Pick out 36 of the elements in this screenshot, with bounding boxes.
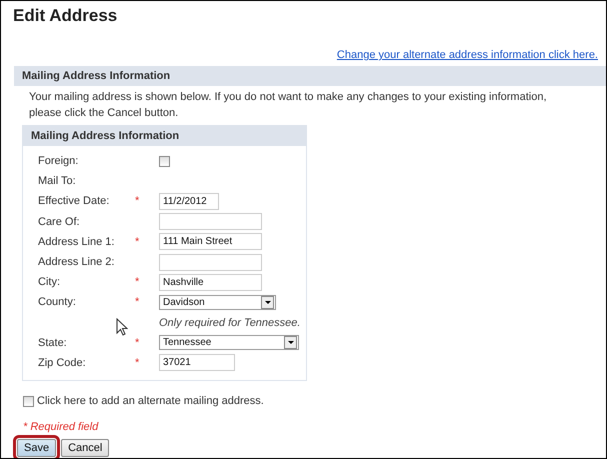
field-label: Address Line 2: [38,256,116,268]
foreign-checkbox[interactable] [159,156,170,167]
required-mark: * [135,195,140,208]
field-label: Care Of: [38,216,81,228]
field-label: Foreign: [38,155,80,168]
dropdown[interactable]: Tennessee [159,335,299,350]
field-label: County: [38,296,77,308]
section-header: Mailing Address Information [14,66,606,86]
dropdown[interactable]: Davidson [159,294,276,310]
required-field-note: * Required field [23,421,100,434]
input-field[interactable]: Nashville [159,274,262,291]
field-label: State: [38,336,68,349]
mouse-pointer-icon [116,318,128,336]
required-mark: * [135,296,140,308]
field-label: Address Line 1: [38,236,116,248]
required-mark: * [135,336,140,349]
input-field[interactable]: 37021 [159,354,235,372]
checkbox-label: Click here to add an alternate mailing address. [37,395,264,408]
field-note: Only required for Tennessee. [159,316,302,329]
input-field[interactable]: 11/2/2012 [159,192,219,210]
field-label: Zip Code: [38,356,87,369]
required-mark: * [135,356,140,369]
alternate-address-link[interactable]: Change your alternate address information click here. [336,49,598,61]
required-mark: * [135,276,140,288]
page-title: Edit Address [13,6,118,26]
action-button[interactable]: Cancel [61,439,110,458]
field-label: Effective Date: [38,195,110,208]
required-mark: * [135,236,140,248]
input-field[interactable]: 111 Main Street [159,233,262,250]
field-label: Mail To: [38,175,77,188]
input-field[interactable] [159,254,262,271]
field-label: City: [38,276,61,288]
input-field[interactable] [159,213,262,230]
alternate-address-checkbox[interactable] [23,396,34,407]
intro-text: Your mailing address is shown below. If you do not want to make any changes to your existing information, please click the Cancel button. [29,90,548,121]
panel-header: Mailing Address Information [23,126,306,146]
